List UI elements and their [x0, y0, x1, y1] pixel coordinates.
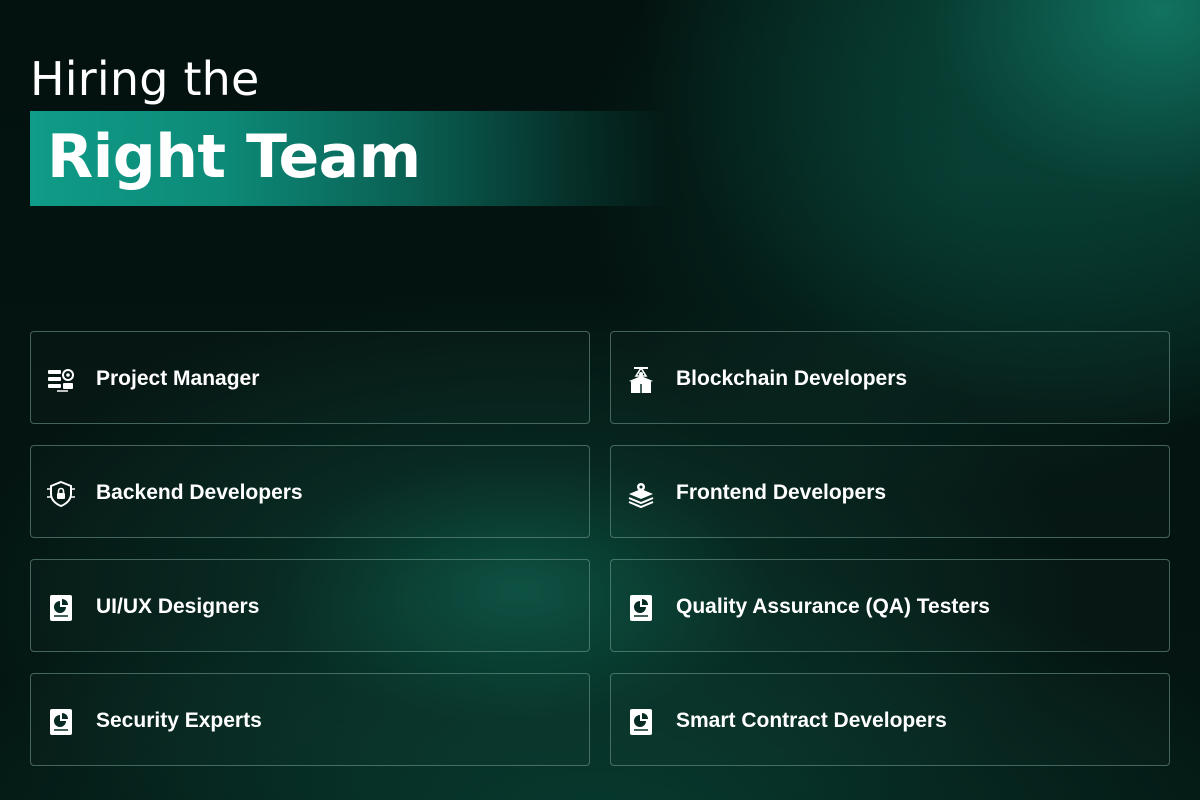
- report-chart-icon: [46, 707, 76, 737]
- role-card-ui-ux-designers: UI/UX Designers: [30, 559, 590, 652]
- heading-line-1: Hiring the: [30, 52, 260, 106]
- role-label: Smart Contract Developers: [676, 709, 947, 732]
- report-chart-icon: [46, 593, 76, 623]
- blockchain-box-icon: [626, 365, 656, 395]
- heading-line-2: Right Team: [47, 122, 421, 192]
- layers-gear-icon: [626, 479, 656, 509]
- project-manager-icon: [46, 365, 76, 395]
- role-label: Quality Assurance (QA) Testers: [676, 595, 990, 618]
- role-card-project-manager: Project Manager: [30, 331, 590, 424]
- role-label: Blockchain Developers: [676, 367, 908, 390]
- report-chart-icon: [626, 707, 656, 737]
- report-chart-icon: [626, 593, 656, 623]
- role-label: Backend Developers: [96, 481, 303, 504]
- role-label: Project Manager: [96, 367, 260, 390]
- role-card-qa-testers: Quality Assurance (QA) Testers: [610, 559, 1170, 652]
- role-card-backend-developers: Backend Developers: [30, 445, 590, 538]
- role-card-smart-contract-developers: Smart Contract Developers: [610, 673, 1170, 766]
- role-label: UI/UX Designers: [96, 595, 260, 618]
- security-shield-lock-icon: [46, 479, 76, 509]
- role-card-security-experts: Security Experts: [30, 673, 590, 766]
- role-label: Frontend Developers: [676, 481, 887, 504]
- role-label: Security Experts: [96, 709, 262, 732]
- role-card-blockchain-developers: Blockchain Developers: [610, 331, 1170, 424]
- role-card-frontend-developers: Frontend Developers: [610, 445, 1170, 538]
